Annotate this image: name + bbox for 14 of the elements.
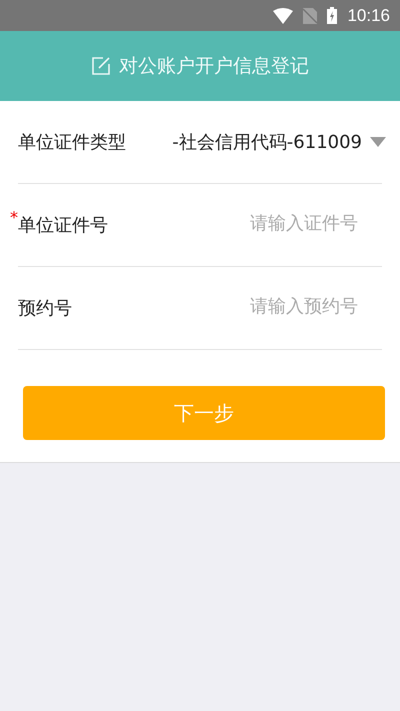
edit-icon [91,56,111,76]
caret-icon [370,137,386,147]
page-title: 对公账户开户信息登记 [119,54,309,79]
field-label: 预约号 [18,297,72,320]
input-field[interactable]: 请输入证件号 [168,212,382,234]
input-field[interactable]: 请输入预约号 [168,296,382,316]
field-label: 单位证件类型 [18,131,126,154]
status-time: 10:16 [347,6,390,26]
field-label: 单位证件号 [18,214,108,237]
no-sim-icon [303,8,318,24]
wifi-icon [273,8,294,24]
type-dropdown[interactable]: -社会信用代码-611009 [172,130,386,154]
battery-icon [327,7,338,24]
required-mark: * [10,208,18,227]
